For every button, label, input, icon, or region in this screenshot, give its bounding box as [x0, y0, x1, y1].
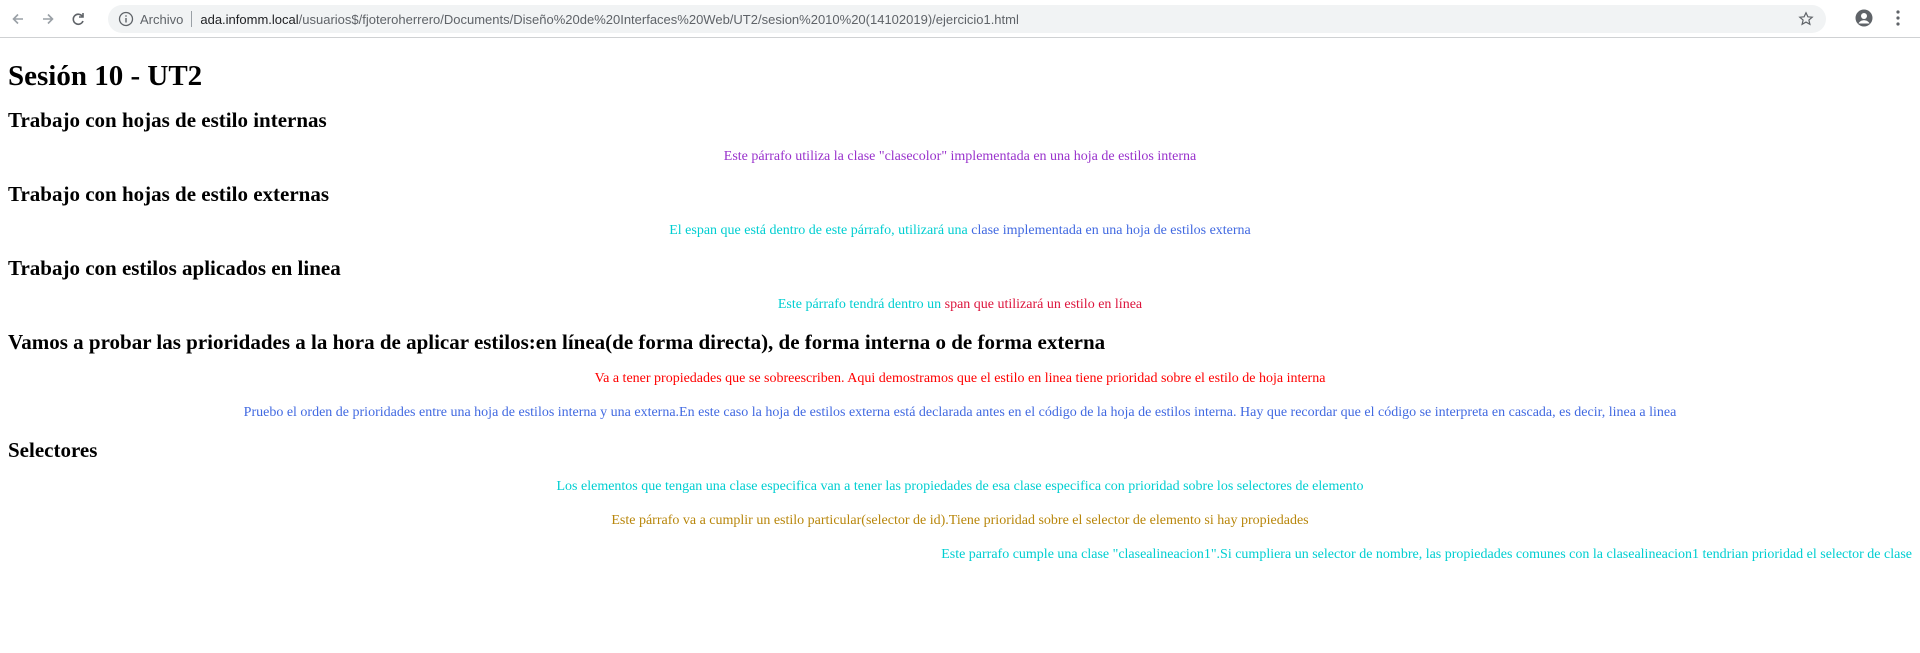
account-icon[interactable] — [1854, 8, 1874, 28]
scheme-label: Archivo — [140, 11, 184, 27]
paragraph-priority-order: Pruebo el orden de prioridades entre una… — [243, 405, 1677, 420]
browser-toolbar: Archivo ada.infomm.local /usuarios$/fjot… — [0, 0, 1920, 38]
url-host: ada.infomm.local — [200, 11, 299, 27]
section-heading-priorities: Vamos a probar las prioridades a la hora… — [8, 330, 1106, 354]
paragraph-text: El espan que está dentro de este párrafo… — [669, 223, 972, 238]
paragraph-inline-style: Este párrafo tendrá dentro un span que u… — [8, 295, 1912, 315]
star-icon[interactable] — [1798, 11, 1814, 27]
section-heading-inline: Trabajo con estilos aplicados en linea — [8, 256, 341, 280]
paragraph-id-selector: Este párrafo va a cumplir un estilo part… — [611, 513, 1309, 528]
url-path: /usuarios$/fjoteroherrero/Documents/Dise… — [298, 11, 1019, 27]
paragraph-text: Este párrafo tendrá dentro un — [777, 297, 945, 312]
span-inline-style: span que utilizará un estilo en línea — [944, 297, 1143, 312]
page-title: Sesión 10 - UT2 — [8, 60, 203, 92]
span-external-class: clase implementada en una hoja de estilo… — [971, 223, 1251, 238]
menu-icon[interactable] — [1888, 8, 1908, 28]
page-content: Sesión 10 - UT2 Trabajo con hojas de est… — [0, 59, 1920, 565]
paragraph-class-selector: Los elementos que tengan una clase espec… — [556, 479, 1364, 494]
divider — [191, 11, 193, 27]
reload-icon — [72, 12, 84, 25]
address-bar[interactable]: Archivo ada.infomm.local /usuarios$/fjot… — [108, 5, 1826, 33]
paragraph-internal-style: Este párrafo utiliza la clase "clasecolo… — [723, 149, 1197, 164]
paragraph-alignment-class: Este parrafo cumple una clase "clasealin… — [941, 547, 1912, 562]
section-heading-selectors: Selectores — [8, 438, 98, 462]
info-icon[interactable] — [118, 11, 134, 27]
back-arrow-icon — [12, 13, 23, 24]
forward-button[interactable] — [36, 7, 60, 31]
section-heading-external: Trabajo con hojas de estilo externas — [8, 182, 329, 206]
back-button[interactable] — [6, 7, 30, 31]
paragraph-override: Va a tener propiedades que se sobreescri… — [594, 371, 1326, 386]
section-heading-internal: Trabajo con hojas de estilo internas — [8, 108, 327, 132]
paragraph-external-style: El espan que está dentro de este párrafo… — [8, 221, 1912, 241]
reload-button[interactable] — [66, 7, 90, 31]
forward-arrow-icon — [43, 13, 54, 24]
